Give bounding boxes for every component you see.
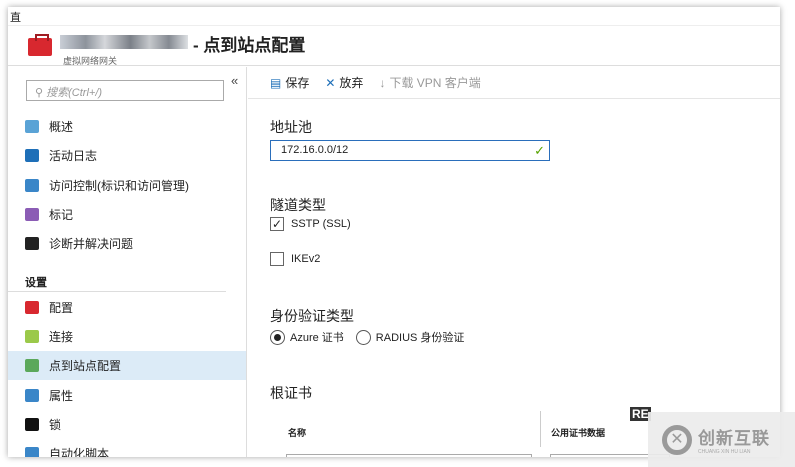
- page-title: - 点到站点配置: [193, 36, 306, 55]
- sidebar-item-icon: [25, 120, 39, 134]
- discard-label: 放弃: [339, 76, 364, 90]
- auth-type-label: 身份验证类型: [270, 308, 354, 324]
- sidebar-item-icon: [25, 178, 39, 192]
- ikev2-checkbox[interactable]: IKEv2: [270, 252, 320, 266]
- download-vpn-client-button[interactable]: ↓ 下载 VPN 客户端: [379, 74, 480, 91]
- sidebar-item-label: 锁: [49, 417, 62, 432]
- toolbar: ▤ 保存 ✕ 放弃 ↓ 下载 VPN 客户端: [248, 67, 780, 99]
- sidebar-item-label: 自动化脚本: [49, 447, 110, 457]
- portal-window: 直 - 点到站点配置 虚拟网络网关 ⚲ 搜索(Ctrl+/) « 概述活动日志访…: [8, 7, 780, 457]
- radio-unselected: [355, 329, 371, 345]
- address-pool-value: 172.16.0.0/12: [281, 144, 349, 156]
- cert-name-input[interactable]: [286, 454, 532, 457]
- column-header-name: 名称: [288, 428, 307, 438]
- sidebar-item[interactable]: 概述: [8, 112, 246, 141]
- sidebar-item[interactable]: 访问控制(标识和访问管理): [8, 171, 246, 200]
- sidebar-item-label: 活动日志: [49, 149, 98, 164]
- sidebar-item-label: 访问控制(标识和访问管理): [49, 178, 189, 193]
- sstp-label: SSTP (SSL): [291, 218, 351, 230]
- sidebar-item[interactable]: 锁: [8, 410, 246, 439]
- sidebar-item[interactable]: 配置: [8, 292, 246, 321]
- sidebar: ⚲ 搜索(Ctrl+/) « 概述活动日志访问控制(标识和访问管理) 标记诊断并解…: [8, 67, 247, 457]
- sidebar-item-icon: [25, 237, 39, 251]
- brand-name: 创新互联: [698, 429, 770, 448]
- tunnel-type-label: 隧道类型: [270, 197, 326, 213]
- close-icon: ✕: [325, 75, 336, 90]
- checkbox-checked: ✓: [270, 217, 284, 231]
- sidebar-item-label: 标记: [49, 208, 74, 223]
- download-label: 下载 VPN 客户端: [389, 76, 481, 90]
- sidebar-item-icon: [25, 149, 39, 163]
- blade-header: - 点到站点配置 虚拟网络网关: [8, 26, 780, 66]
- top-strip: 直: [8, 7, 780, 26]
- sidebar-item-icon: [25, 359, 39, 373]
- address-pool-label: 地址池: [270, 119, 312, 135]
- column-divider: [540, 411, 541, 447]
- auth-type-radio-group: Azure 证书 RADIUS 身份验证: [270, 329, 476, 345]
- save-label: 保存: [285, 76, 310, 90]
- sidebar-item-label: 概述: [49, 120, 74, 135]
- sidebar-item-icon: [25, 388, 39, 402]
- sstp-checkbox[interactable]: ✓ SSTP (SSL): [270, 217, 351, 231]
- watermark-logo: ✕ 创新互联 CHUANG XIN HU LIAN: [648, 412, 795, 467]
- sidebar-item-icon: [25, 208, 39, 222]
- content: 地址池 172.16.0.0/12 ✓ 隧道类型 ✓ SSTP (SSL) IKEv…: [270, 99, 780, 457]
- sidebar-item[interactable]: 诊断并解决问题: [8, 229, 246, 258]
- sidebar-section-settings: 设置: [8, 258, 226, 293]
- checkbox-unchecked: [270, 252, 284, 266]
- azure-cert-label: Azure 证书: [290, 332, 344, 344]
- sidebar-item[interactable]: 属性: [8, 380, 246, 409]
- sidebar-item-icon: [25, 447, 39, 457]
- sidebar-item-label: 连接: [49, 329, 74, 344]
- search-input[interactable]: ⚲ 搜索(Ctrl+/): [26, 80, 224, 101]
- radius-radio[interactable]: RADIUS 身份验证: [355, 329, 465, 345]
- sidebar-item[interactable]: 点到站点配置: [8, 351, 246, 381]
- sidebar-item-label: 属性: [49, 388, 74, 403]
- discard-button[interactable]: ✕ 放弃: [325, 74, 363, 91]
- column-header-cert-data: 公用证书数据: [551, 428, 606, 438]
- resource-type: 虚拟网络网关: [63, 56, 118, 66]
- toolbox-icon: [28, 34, 52, 56]
- sidebar-item-label: 点到站点配置: [49, 359, 122, 374]
- radius-label: RADIUS 身份验证: [375, 332, 465, 344]
- radio-selected: [270, 329, 285, 345]
- save-button[interactable]: ▤ 保存: [270, 74, 309, 91]
- sidebar-item[interactable]: 自动化脚本: [8, 439, 246, 457]
- redacted-resource-name: [60, 35, 188, 49]
- sidebar-item-label: 诊断并解决问题: [49, 237, 134, 252]
- sidebar-item[interactable]: 活动日志: [8, 141, 246, 170]
- check-icon: ✓: [534, 143, 545, 158]
- azure-cert-radio[interactable]: Azure 证书: [270, 329, 344, 345]
- ikev2-label: IKEv2: [291, 253, 321, 265]
- address-pool-input[interactable]: 172.16.0.0/12 ✓: [270, 140, 550, 161]
- root-cert-label: 根证书: [270, 385, 312, 401]
- sidebar-item-label: 配置: [49, 300, 74, 315]
- sidebar-item-icon: [25, 329, 39, 343]
- sidebar-item-icon: [25, 300, 39, 314]
- sidebar-item[interactable]: 标记: [8, 200, 246, 229]
- collapse-sidebar-button[interactable]: «: [231, 73, 238, 88]
- sidebar-nav: 概述活动日志访问控制(标识和访问管理) 标记诊断并解决问题设置配置连接点到站点配置…: [8, 112, 246, 457]
- sidebar-item[interactable]: 连接: [8, 322, 246, 351]
- sidebar-item-icon: [25, 417, 39, 431]
- brand-logo-icon: ✕: [662, 424, 692, 455]
- brand-pinyin: CHUANG XIN HU LIAN: [698, 449, 751, 455]
- download-icon: ↓: [379, 75, 386, 90]
- search-placeholder: 搜索(Ctrl+/): [46, 87, 103, 99]
- save-icon: ▤: [270, 75, 282, 90]
